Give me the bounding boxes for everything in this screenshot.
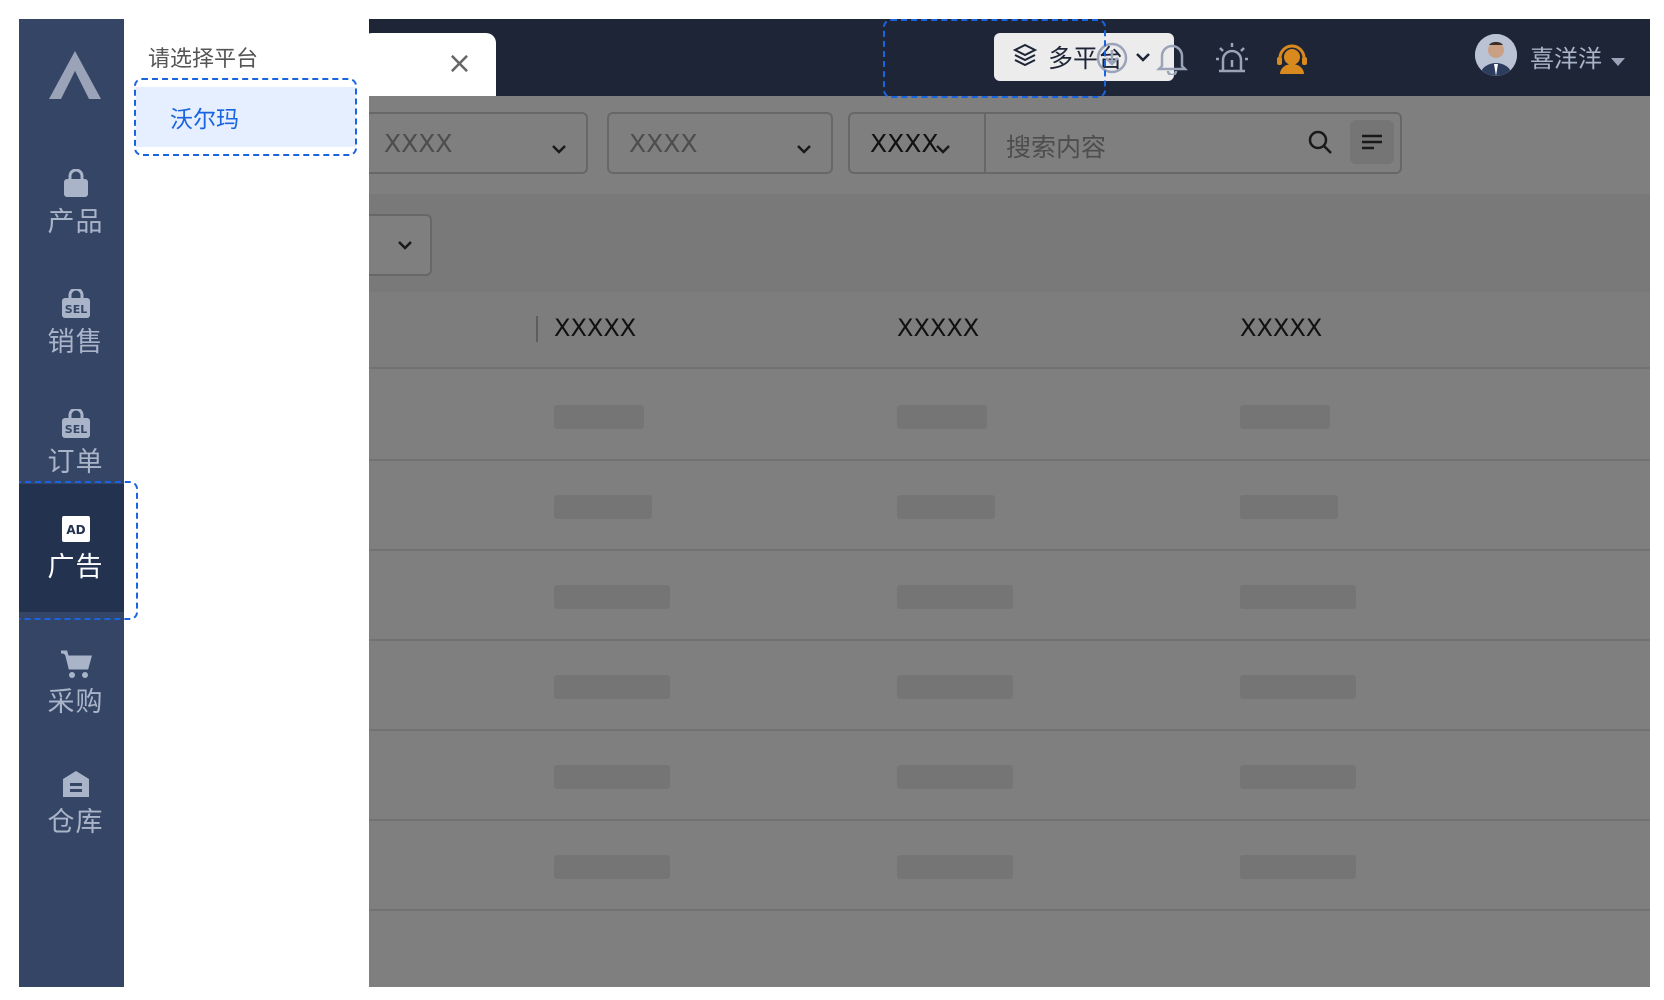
- sidebar-item-product[interactable]: 产品: [19, 139, 132, 267]
- modal-overlay[interactable]: [369, 96, 1650, 987]
- platform-panel: 请选择平台 沃尔玛: [124, 19, 369, 987]
- sel-bag-icon: SEL: [59, 287, 93, 321]
- sidebar-item-sales[interactable]: SEL 销售: [19, 259, 132, 387]
- avatar[interactable]: [1475, 34, 1517, 76]
- user-name[interactable]: 喜洋洋: [1530, 39, 1626, 74]
- bag-icon: [59, 167, 93, 201]
- caret-down-icon: [1610, 45, 1626, 73]
- svg-text:SEL: SEL: [64, 303, 86, 316]
- user-name-label: 喜洋洋: [1530, 45, 1602, 73]
- cart-icon: [59, 647, 93, 681]
- bell-icon[interactable]: [1152, 38, 1192, 78]
- svg-text:SEL: SEL: [64, 423, 86, 436]
- close-icon[interactable]: ×: [447, 49, 472, 79]
- sel-bag-icon: SEL: [59, 407, 93, 441]
- highlight-box: [883, 19, 1106, 98]
- support-icon[interactable]: [1272, 38, 1312, 78]
- logo-icon: [45, 49, 105, 101]
- warehouse-icon: [59, 767, 93, 801]
- panel-title: 请选择平台: [148, 47, 259, 72]
- highlight-box: [19, 481, 138, 620]
- sidebar-item-purchase[interactable]: 采购: [19, 619, 132, 747]
- alarm-icon[interactable]: [1212, 38, 1252, 78]
- sidebar-item-label: 销售: [47, 327, 104, 358]
- sidebar-item-warehouse[interactable]: 仓库: [19, 739, 132, 867]
- sidebar-item-label: 产品: [47, 207, 104, 238]
- app-frame: 产品 SEL 销售 SEL 订单 AD 广告 采购 仓库 × 多平台 喜洋洋 请…: [19, 19, 1650, 987]
- sidebar-item-label: 订单: [47, 447, 104, 478]
- sidebar-item-label: 仓库: [47, 807, 104, 838]
- highlight-box: [134, 78, 357, 156]
- chevron-down-icon: [1135, 48, 1151, 67]
- tab-active[interactable]: ×: [362, 33, 496, 96]
- sidebar-item-label: 采购: [47, 687, 104, 718]
